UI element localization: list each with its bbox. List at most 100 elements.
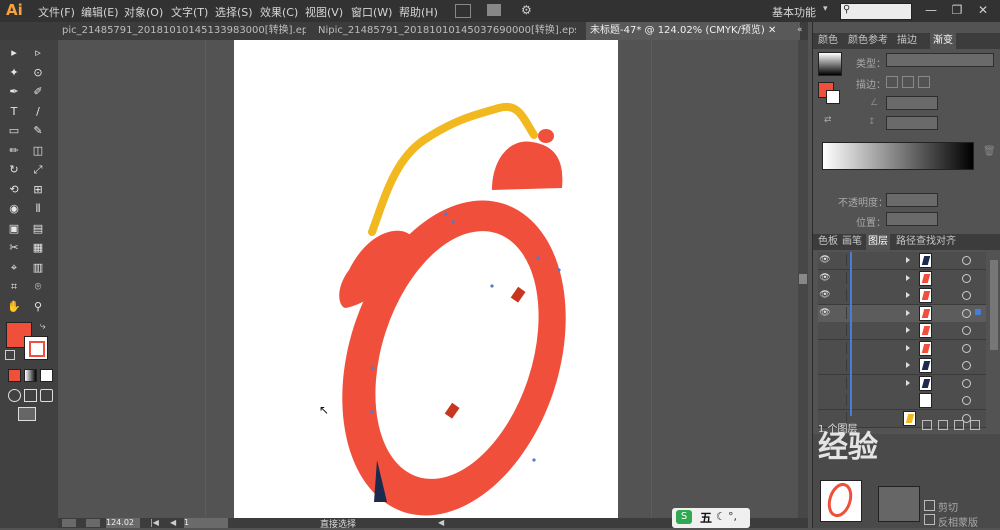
draw-behind-icon[interactable] — [24, 389, 37, 402]
default-colors-icon[interactable] — [5, 350, 15, 360]
tab-layers[interactable]: 图层 — [866, 234, 890, 250]
right-bell-knob-shape[interactable] — [538, 129, 554, 143]
tool-7-0-icon[interactable]: ⟲ — [6, 183, 22, 197]
tool-11-0-icon[interactable]: ⌖ — [6, 261, 22, 275]
arrange-documents-icon[interactable] — [487, 4, 501, 16]
tool-2-1-icon[interactable]: ✐ — [30, 85, 46, 99]
tool-11-1-icon[interactable]: ▥ — [30, 261, 46, 275]
target-circle-icon[interactable] — [962, 396, 971, 405]
new-sublayer-icon[interactable] — [954, 420, 964, 430]
restore-button[interactable]: ❐ — [944, 1, 970, 19]
menu-edit[interactable]: 编辑(E) — [81, 4, 119, 20]
tool-7-1-icon[interactable]: ⊞ — [30, 183, 46, 197]
make-clipping-mask-icon[interactable] — [938, 420, 948, 430]
lock-toggle[interactable] — [836, 376, 847, 389]
punctuation-icon[interactable]: °, — [728, 510, 737, 523]
tool-12-0-icon[interactable]: ⌗ — [6, 280, 22, 294]
tool-3-0-icon[interactable]: T — [6, 105, 22, 119]
target-circle-icon[interactable] — [962, 326, 971, 335]
expand-arrow-icon[interactable] — [906, 344, 910, 351]
tool-6-0-icon[interactable]: ↻ — [6, 163, 22, 177]
opacity-mask-button[interactable] — [878, 486, 920, 522]
scrollbar-thumb[interactable] — [799, 274, 807, 284]
stroke-swatch-small[interactable] — [826, 90, 840, 104]
artboard-number-input[interactable]: 1 — [184, 518, 228, 528]
lock-toggle[interactable] — [836, 359, 847, 371]
chevron-down-icon[interactable]: ▾ — [823, 4, 828, 14]
delete-layer-icon[interactable] — [970, 420, 980, 430]
gradient-mode-icon[interactable] — [24, 369, 37, 382]
tool-1-0-icon[interactable]: ✦ — [6, 66, 22, 80]
visibility-eye-icon[interactable] — [818, 392, 832, 409]
tab-swatches[interactable]: 色板 — [818, 234, 838, 250]
invert-mask-checkbox[interactable] — [924, 514, 935, 525]
visibility-eye-icon[interactable] — [818, 322, 832, 339]
search-input[interactable] — [840, 3, 912, 20]
right-bell-shape[interactable] — [492, 141, 563, 190]
menu-window[interactable]: 窗口(W) — [351, 4, 392, 20]
draw-normal-icon[interactable] — [8, 389, 21, 402]
target-circle-icon[interactable] — [962, 291, 971, 300]
rotate-view-icon[interactable] — [86, 519, 100, 527]
lock-toggle[interactable] — [836, 394, 847, 406]
tool-9-1-icon[interactable]: ▤ — [30, 222, 46, 236]
tab-brushes[interactable]: 画笔 — [842, 234, 862, 250]
tool-13-1-icon[interactable]: ⚲ — [30, 300, 46, 314]
stroke-along-icon[interactable] — [902, 76, 914, 88]
tool-8-1-icon[interactable]: ⫴ — [30, 202, 46, 216]
moon-icon[interactable]: ☾ — [716, 510, 726, 523]
menu-type[interactable]: 文字(T) — [171, 4, 208, 20]
close-icon[interactable]: ✕ — [768, 25, 776, 36]
visibility-eye-icon[interactable]: 👁 — [818, 270, 832, 287]
tool-6-1-icon[interactable]: ⤢ — [30, 163, 46, 177]
tool-5-1-icon[interactable]: ◫ — [30, 144, 46, 158]
tab-document-active[interactable]: 未标题-47* @ 124.02% (CMYK/预览) ✕ — [586, 22, 800, 40]
visibility-eye-icon[interactable] — [818, 375, 832, 392]
position-input[interactable] — [886, 212, 938, 226]
gpu-performance-icon[interactable]: ⚙ — [521, 3, 532, 17]
lock-toggle[interactable] — [836, 271, 847, 284]
angle-input[interactable] — [886, 96, 938, 110]
artboard-nav-icon[interactable] — [62, 519, 76, 527]
tool-2-0-icon[interactable]: ✒ — [6, 85, 22, 99]
aspect-ratio-input[interactable] — [886, 116, 938, 130]
tab-color[interactable]: 颜色 — [818, 33, 838, 49]
selection-square-icon[interactable] — [975, 308, 981, 315]
first-artboard-icon[interactable]: |◀ — [150, 518, 159, 527]
layers-scrollbar[interactable] — [990, 260, 998, 350]
delete-stop-icon[interactable]: 🗑 — [983, 146, 996, 157]
gradient-type-select[interactable] — [886, 53, 994, 67]
ime-mode-label[interactable]: 五 — [700, 509, 712, 526]
expand-arrow-icon[interactable] — [906, 292, 910, 298]
visibility-eye-icon[interactable]: 👁 — [818, 305, 832, 322]
tool-4-1-icon[interactable]: ✎ — [30, 124, 46, 138]
tool-5-0-icon[interactable]: ✏ — [6, 144, 22, 158]
target-circle-icon[interactable] — [962, 343, 971, 353]
close-button[interactable]: ✕ — [970, 1, 996, 19]
zoom-input[interactable]: 124.02 — [106, 518, 140, 528]
tool-4-0-icon[interactable]: ▭ — [6, 124, 22, 138]
tab-pathfinder[interactable]: 路径查找 — [896, 234, 936, 250]
expand-arrow-icon[interactable] — [906, 257, 910, 263]
target-circle-icon[interactable] — [962, 308, 971, 318]
tool-1-1-icon[interactable]: ⊙ — [30, 66, 46, 80]
tool-10-0-icon[interactable]: ✂ — [6, 241, 22, 255]
tab-document-2[interactable]: Nipic_21485791_20181010145037690000[转换].… — [314, 22, 576, 40]
stroke-within-icon[interactable] — [886, 76, 898, 88]
target-circle-icon[interactable] — [962, 273, 971, 283]
lock-toggle[interactable] — [836, 254, 847, 266]
minimize-button[interactable]: — — [918, 1, 944, 19]
lock-toggle[interactable] — [836, 306, 847, 319]
tool-0-1-icon[interactable]: ▹ — [30, 46, 46, 60]
bridge-icon[interactable] — [455, 4, 471, 18]
visibility-eye-icon[interactable]: 👁 — [818, 252, 832, 269]
tab-document-1[interactable]: pic_21485791_20181010145133983000[转换].ep… — [58, 22, 306, 40]
color-mode-icon[interactable] — [8, 369, 21, 382]
menu-file[interactable]: 文件(F) — [38, 4, 75, 20]
draw-inside-icon[interactable] — [40, 389, 53, 402]
target-circle-icon[interactable] — [962, 256, 971, 265]
tool-9-0-icon[interactable]: ▣ — [6, 222, 22, 236]
tab-align[interactable]: 对齐 — [936, 234, 956, 250]
visibility-eye-icon[interactable] — [818, 357, 832, 374]
none-mode-icon[interactable] — [40, 369, 53, 382]
